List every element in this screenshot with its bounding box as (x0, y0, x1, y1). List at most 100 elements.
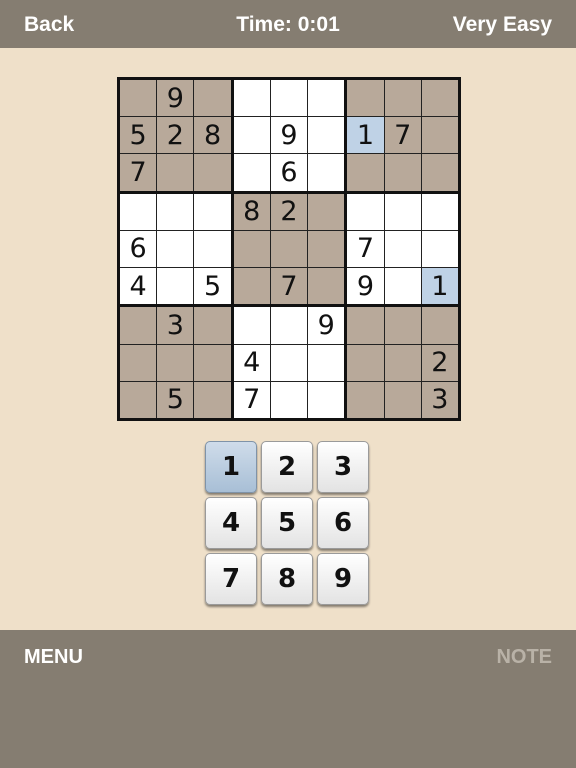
board-cell[interactable]: 7 (384, 117, 421, 154)
board-cell[interactable] (194, 154, 231, 191)
board-cell[interactable] (120, 193, 157, 230)
board-cell[interactable] (233, 80, 270, 117)
keypad-key-9[interactable]: 9 (317, 553, 369, 605)
board-cell[interactable] (233, 154, 270, 191)
board-cell[interactable]: 9 (270, 117, 308, 154)
keypad-key-4[interactable]: 4 (205, 497, 257, 549)
board-cell[interactable]: 7 (233, 381, 270, 418)
board-cell[interactable] (421, 230, 458, 268)
board-cell[interactable]: 7 (347, 230, 384, 268)
board-cell[interactable]: 1 (421, 268, 458, 305)
menu-button[interactable]: MENU (24, 646, 83, 669)
board-cell[interactable] (308, 80, 345, 117)
board-cell[interactable] (194, 381, 231, 418)
board-cell[interactable] (384, 193, 421, 230)
keypad-key-1[interactable]: 1 (205, 441, 257, 493)
board-cell[interactable] (270, 344, 308, 381)
board-cell[interactable] (384, 154, 421, 191)
board-cell[interactable] (347, 381, 384, 418)
board-cell[interactable] (157, 193, 194, 230)
board-cell[interactable]: 4 (233, 344, 270, 381)
board-cell[interactable] (233, 307, 270, 344)
board-cell[interactable] (157, 268, 194, 305)
board-cell[interactable]: 9 (347, 268, 384, 305)
board-cell[interactable] (347, 193, 384, 230)
sudoku-board: 9528796176458277913594723 (117, 77, 461, 421)
board-cell[interactable] (157, 154, 194, 191)
board-cell[interactable] (347, 307, 384, 344)
board-cell[interactable] (270, 381, 308, 418)
board-box: 645 (120, 193, 231, 305)
keypad-key-3[interactable]: 3 (317, 441, 369, 493)
board-cell[interactable] (233, 230, 270, 268)
board-cell[interactable] (421, 80, 458, 117)
board-cell[interactable] (308, 154, 345, 191)
board-cell[interactable] (308, 344, 345, 381)
board-cell[interactable]: 2 (270, 193, 308, 230)
board-cell[interactable] (384, 80, 421, 117)
board-cell[interactable] (233, 268, 270, 305)
board-cell[interactable] (157, 230, 194, 268)
board-cell[interactable]: 3 (157, 307, 194, 344)
board-box: 791 (347, 193, 458, 305)
board-cell[interactable] (308, 381, 345, 418)
difficulty-label: Very Easy (452, 13, 552, 36)
board-cell[interactable]: 6 (270, 154, 308, 191)
keypad-key-7[interactable]: 7 (205, 553, 257, 605)
board-cell[interactable] (120, 381, 157, 418)
board-cell[interactable]: 7 (270, 268, 308, 305)
board-cell[interactable] (308, 268, 345, 305)
board-cell[interactable]: 2 (157, 117, 194, 154)
board-cell[interactable] (421, 117, 458, 154)
board-cell[interactable]: 7 (120, 154, 157, 191)
board-cell[interactable] (194, 307, 231, 344)
board-cell[interactable] (421, 193, 458, 230)
board-cell[interactable] (270, 307, 308, 344)
board-cell[interactable]: 6 (120, 230, 157, 268)
board-box: 82 7 (233, 193, 345, 305)
board-box: 95287 (120, 80, 231, 191)
board-cell[interactable]: 5 (120, 117, 157, 154)
board-cell[interactable] (120, 307, 157, 344)
board-cell[interactable] (157, 344, 194, 381)
board-cell[interactable]: 5 (194, 268, 231, 305)
board-cell[interactable]: 5 (157, 381, 194, 418)
board-cell[interactable] (270, 80, 308, 117)
board-cell[interactable] (384, 307, 421, 344)
board-cell[interactable] (194, 230, 231, 268)
board-cell[interactable] (194, 344, 231, 381)
board-cell[interactable] (384, 230, 421, 268)
board-cell[interactable]: 3 (421, 381, 458, 418)
board-cell[interactable] (384, 381, 421, 418)
board-box: 9 47 (233, 307, 345, 418)
keypad-key-2[interactable]: 2 (261, 441, 313, 493)
board-cell[interactable] (421, 154, 458, 191)
board-cell[interactable] (347, 80, 384, 117)
board-cell[interactable] (194, 80, 231, 117)
board-cell[interactable]: 2 (421, 344, 458, 381)
board-cell[interactable] (308, 117, 345, 154)
board-cell[interactable]: 8 (233, 193, 270, 230)
board-cell[interactable] (347, 154, 384, 191)
board-cell[interactable] (120, 80, 157, 117)
board-cell[interactable] (308, 193, 345, 230)
board-cell[interactable]: 1 (347, 117, 384, 154)
keypad-key-8[interactable]: 8 (261, 553, 313, 605)
keypad-key-6[interactable]: 6 (317, 497, 369, 549)
board-cell[interactable]: 9 (308, 307, 345, 344)
board-cell[interactable]: 8 (194, 117, 231, 154)
note-button[interactable]: NOTE (496, 646, 552, 669)
board-cell[interactable] (194, 193, 231, 230)
board-cell[interactable] (233, 117, 270, 154)
board-cell[interactable] (120, 344, 157, 381)
board-cell[interactable] (270, 230, 308, 268)
board-cell[interactable]: 4 (120, 268, 157, 305)
bottom-bar: MENU NOTE (0, 630, 576, 768)
keypad-key-5[interactable]: 5 (261, 497, 313, 549)
board-cell[interactable] (384, 268, 421, 305)
board-cell[interactable] (384, 344, 421, 381)
board-cell[interactable] (308, 230, 345, 268)
board-cell[interactable]: 9 (157, 80, 194, 117)
board-cell[interactable] (421, 307, 458, 344)
board-cell[interactable] (347, 344, 384, 381)
